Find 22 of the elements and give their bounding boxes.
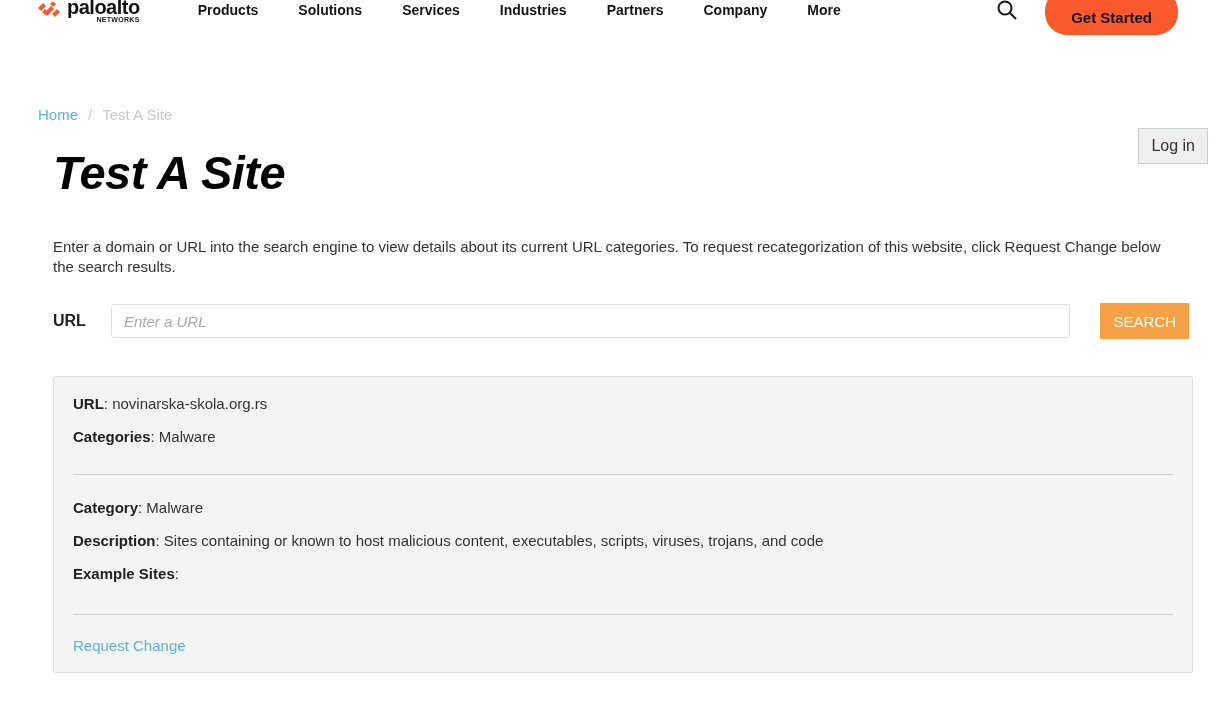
- search-icon[interactable]: [997, 0, 1018, 20]
- login-button[interactable]: Log in: [1138, 128, 1208, 164]
- logo-mark-icon: [38, 2, 62, 18]
- url-input-field[interactable]: Enter a URL: [111, 304, 1071, 338]
- nav-link[interactable]: Solutions: [298, 0, 363, 20]
- get-started-button[interactable]: Get Started: [1045, 0, 1178, 35]
- result-line: URL: novinarska-skola.org.rs: [73, 394, 269, 414]
- page-title: Test A Site: [53, 145, 286, 201]
- result-line: Categories: Malware: [73, 427, 217, 447]
- detail-line: Example Sites:: [73, 564, 180, 584]
- nav-link[interactable]: Industries: [499, 0, 567, 20]
- detail-line: Category: Malware: [73, 498, 205, 518]
- nav-link[interactable]: Services: [402, 0, 460, 20]
- nav-link[interactable]: Partners: [606, 0, 664, 20]
- logo-wordmark: paloalto: [67, 0, 140, 17]
- nav-link[interactable]: More: [807, 0, 841, 20]
- nav-link[interactable]: Products: [197, 0, 259, 20]
- detail-line: Description: Sites containing or known to host malicious content, executables, scripts, viruses, trojans, and code: [73, 531, 825, 551]
- url-label: URL: [53, 312, 87, 330]
- nav-link[interactable]: Company: [703, 0, 768, 20]
- intro-text: Enter a domain or URL into the search engine to view details about its current URL categories. To request recategorization of this website, click Request Change below the search results.: [53, 237, 1162, 277]
- breadcrumb-separator: /: [88, 105, 93, 125]
